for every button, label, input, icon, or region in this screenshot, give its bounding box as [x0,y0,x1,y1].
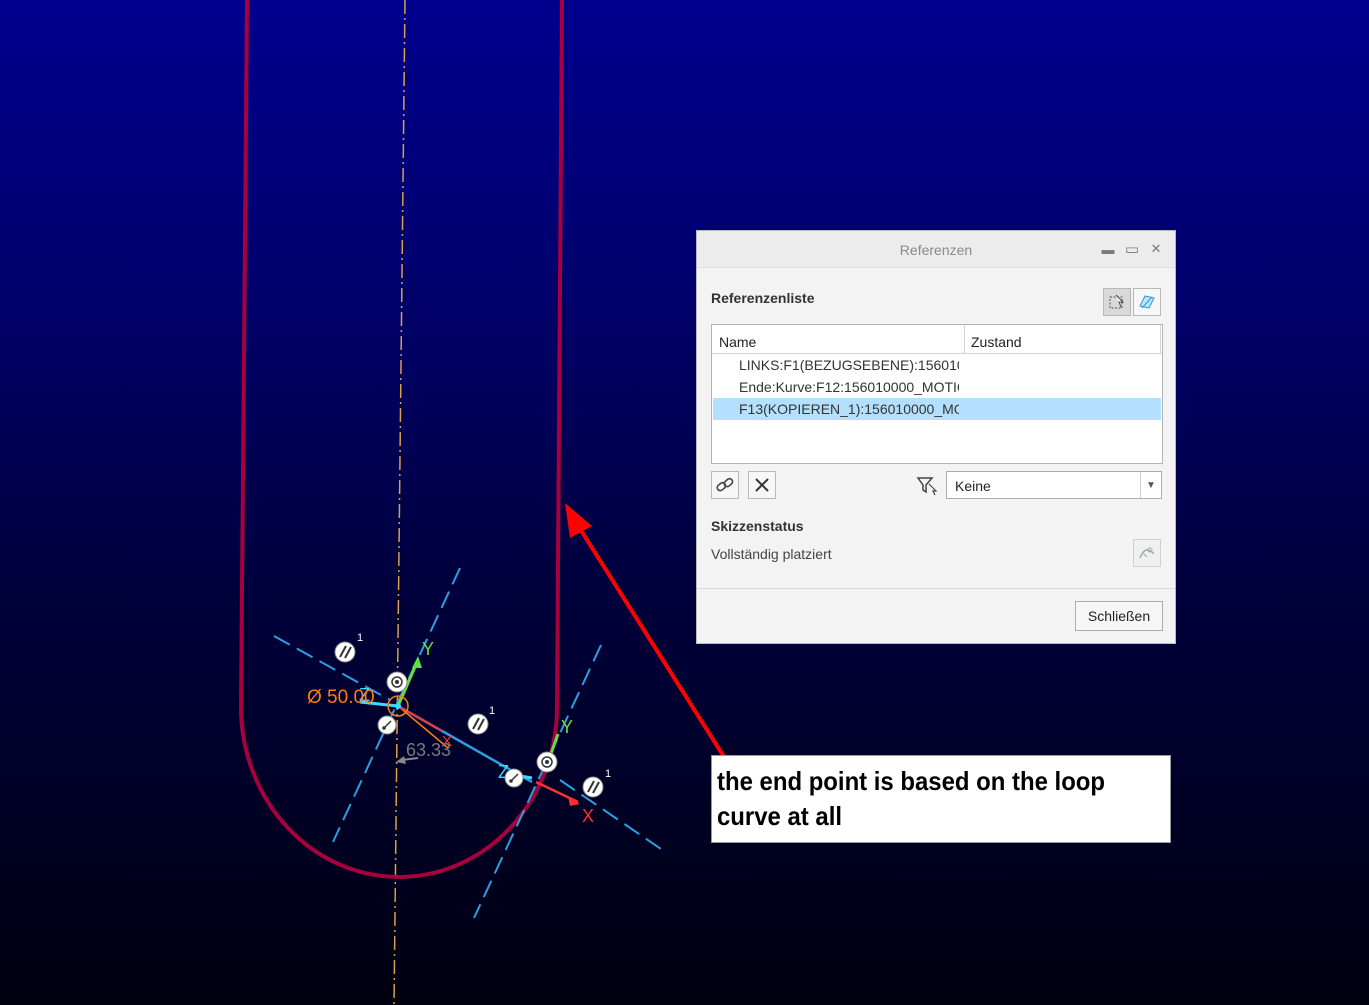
diameter-dimension[interactable]: Ø 50.00 [307,687,375,708]
table-row[interactable]: LINKS:F1(BEZUGSEBENE):15601000 [713,354,1161,376]
vertical-centerline [393,0,406,1005]
surface-reference-icon [1139,295,1155,309]
column-header-name[interactable]: Name [719,334,756,350]
annotation-callout: the end point is based on the loop curve… [711,755,1171,843]
sketch-status-label: Skizzenstatus [711,518,804,534]
parallel-constraint-icon[interactable] [467,713,489,735]
table-header: Name Zustand [712,325,1162,354]
reference-list-label: Referenzenliste [711,290,815,306]
references-dialog: Referenzen ▬ ▭ ✕ Referenzenliste Name Zu… [696,230,1176,644]
delete-x-icon [755,478,769,492]
reference-table[interactable]: Name Zustand LINKS:F1(BEZUGSEBENE):15601… [711,324,1163,464]
minimize-icon[interactable]: ▬ [1099,240,1117,258]
coincident-constraint-icon[interactable] [386,671,408,693]
maximize-icon[interactable]: ▭ [1123,240,1141,258]
filter-select[interactable]: Keine ▼ [946,471,1162,499]
loop-curve[interactable] [238,0,564,879]
row-name: F13(KOPIEREN_1):156010000_MOTION [739,401,959,417]
select-reference-button[interactable] [1103,288,1131,316]
filter-icon[interactable] [915,474,939,498]
sketch-diagnostics-button[interactable] [1133,539,1161,567]
point-on-entity-icon[interactable] [377,715,397,735]
table-row[interactable]: Ende:Kurve:F12:156010000_MOTION [713,376,1161,398]
row-name: Ende:Kurve:F12:156010000_MOTION [739,379,959,395]
dialog-titlebar[interactable]: Referenzen ▬ ▭ ✕ [697,231,1175,268]
axis-label-x: X [582,806,594,826]
row-name: LINKS:F1(BEZUGSEBENE):15601000 [739,357,959,373]
close-icon[interactable]: ✕ [1147,240,1165,258]
axis-label-y2: Y [561,717,573,737]
chevron-down-icon[interactable]: ▼ [1140,472,1161,498]
select-surface-button[interactable] [1133,288,1161,316]
coincident-constraint-icon[interactable] [536,751,558,773]
table-row-selected[interactable]: F13(KOPIEREN_1):156010000_MOTION [713,398,1161,420]
chain-link-icon [716,477,734,492]
constraint-superscript: 1 [357,632,363,644]
parallel-constraint-icon[interactable] [334,641,356,663]
point-on-entity-icon[interactable] [504,768,524,788]
column-header-state[interactable]: Zustand [971,334,1022,350]
delete-reference-button[interactable] [748,471,776,499]
constraint-superscript: 1 [489,705,495,717]
dialog-divider [697,588,1175,589]
construction-lines [273,567,662,919]
parallel-constraint-icon[interactable] [582,776,604,798]
filter-select-value: Keine [955,478,991,494]
annotation-text: the end point is based on the loop curve… [717,766,1106,831]
constraint-superscript: 1 [605,768,611,780]
select-reference-icon [1109,294,1125,309]
replace-reference-button[interactable] [711,471,739,499]
sketch-diagnostics-icon [1139,547,1155,559]
angle-dimension[interactable]: 63.33 [406,740,451,760]
close-button[interactable]: Schließen [1075,601,1163,631]
axis-label-y: Y [422,639,434,659]
sketch-status-value: Vollständig platziert [711,546,832,562]
